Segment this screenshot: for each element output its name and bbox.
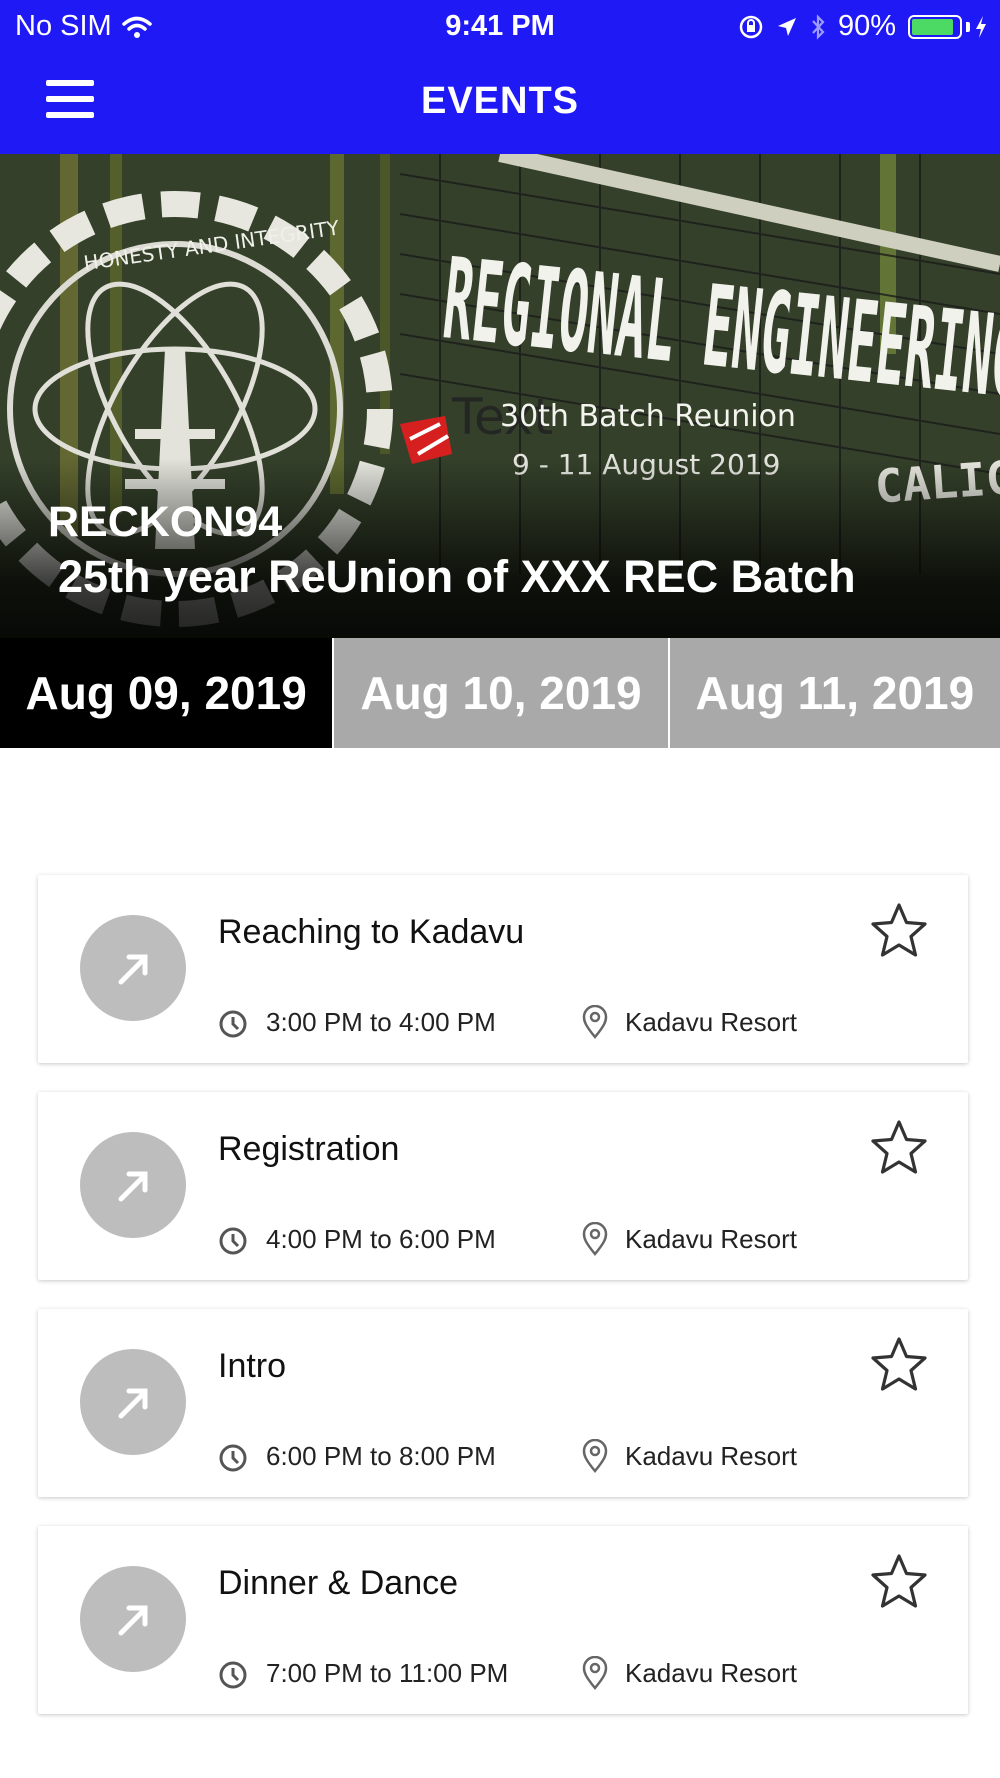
event-card[interactable]: Intro 6:00 PM to 8:00 PM Kadavu Resort <box>38 1309 968 1497</box>
status-bar: No SIM 9:41 PM 90% <box>0 0 1000 52</box>
location-arrow-icon <box>777 17 796 36</box>
event-arrow-icon <box>80 1349 186 1455</box>
event-title: Reaching to Kadavu <box>218 913 525 951</box>
location-pin-icon <box>582 1656 608 1690</box>
event-card[interactable]: Dinner & Dance 7:00 PM to 11:00 PM Kadav… <box>38 1526 968 1714</box>
banner-gradient <box>0 458 1000 638</box>
star-icon[interactable] <box>868 1118 930 1178</box>
event-card[interactable]: Registration 4:00 PM to 6:00 PM Kadavu R… <box>38 1092 968 1280</box>
event-title: Intro <box>218 1347 287 1385</box>
clock-icon <box>219 1661 247 1689</box>
event-location: Kadavu Resort <box>625 1658 797 1688</box>
event-time: 4:00 PM to 6:00 PM <box>266 1224 496 1254</box>
event-card[interactable]: Reaching to Kadavu 3:00 PM to 4:00 PM Ka… <box>38 875 968 1063</box>
charging-bolt-icon <box>976 15 986 38</box>
tab-aug-10[interactable]: Aug 10, 2019 <box>334 638 668 748</box>
page-title: EVENTS <box>420 80 580 122</box>
star-icon[interactable] <box>868 1335 930 1395</box>
event-arrow-icon <box>80 915 186 1021</box>
tab-aug-11[interactable]: Aug 11, 2019 <box>669 638 1000 748</box>
app-header: EVENTS <box>0 52 1000 154</box>
event-arrow-icon <box>80 1566 186 1672</box>
event-location: Kadavu Resort <box>625 1224 797 1254</box>
event-subtitle: 25th year ReUnion of XXX REC Batch <box>58 551 856 602</box>
location-pin-icon <box>582 1439 608 1473</box>
tab-aug-09[interactable]: Aug 09, 2019 <box>0 638 333 748</box>
clock-icon <box>219 1227 247 1255</box>
event-time: 6:00 PM to 8:00 PM <box>266 1441 496 1471</box>
event-time: 3:00 PM to 4:00 PM <box>266 1007 496 1037</box>
event-time: 7:00 PM to 11:00 PM <box>266 1658 509 1688</box>
star-icon[interactable] <box>868 901 930 961</box>
battery-percent: 90% <box>837 10 896 42</box>
reunion-caption: 30th Batch Reunion <box>500 399 796 434</box>
location-pin-icon <box>582 1005 608 1039</box>
battery-icon <box>908 14 988 39</box>
status-right: 90% <box>738 10 988 43</box>
event-location: Kadavu Resort <box>625 1441 797 1471</box>
event-title: Registration <box>218 1130 400 1168</box>
bluetooth-icon <box>812 13 825 40</box>
location-pin-icon <box>582 1222 608 1256</box>
event-banner: HONESTY AND INTEGRITY REGIONAL ENGINEERI… <box>0 154 1000 638</box>
date-tabs: Aug 09, 2019 Aug 10, 2019 Aug 11, 2019 <box>0 638 1000 748</box>
star-icon[interactable] <box>868 1552 930 1612</box>
clock-icon <box>219 1444 247 1472</box>
event-location: Kadavu Resort <box>625 1007 797 1037</box>
event-arrow-icon <box>80 1132 186 1238</box>
event-name: RECKON94 <box>48 498 283 546</box>
orientation-lock-icon <box>739 15 763 38</box>
event-title: Dinner & Dance <box>218 1564 459 1602</box>
clock-icon <box>219 1010 247 1038</box>
